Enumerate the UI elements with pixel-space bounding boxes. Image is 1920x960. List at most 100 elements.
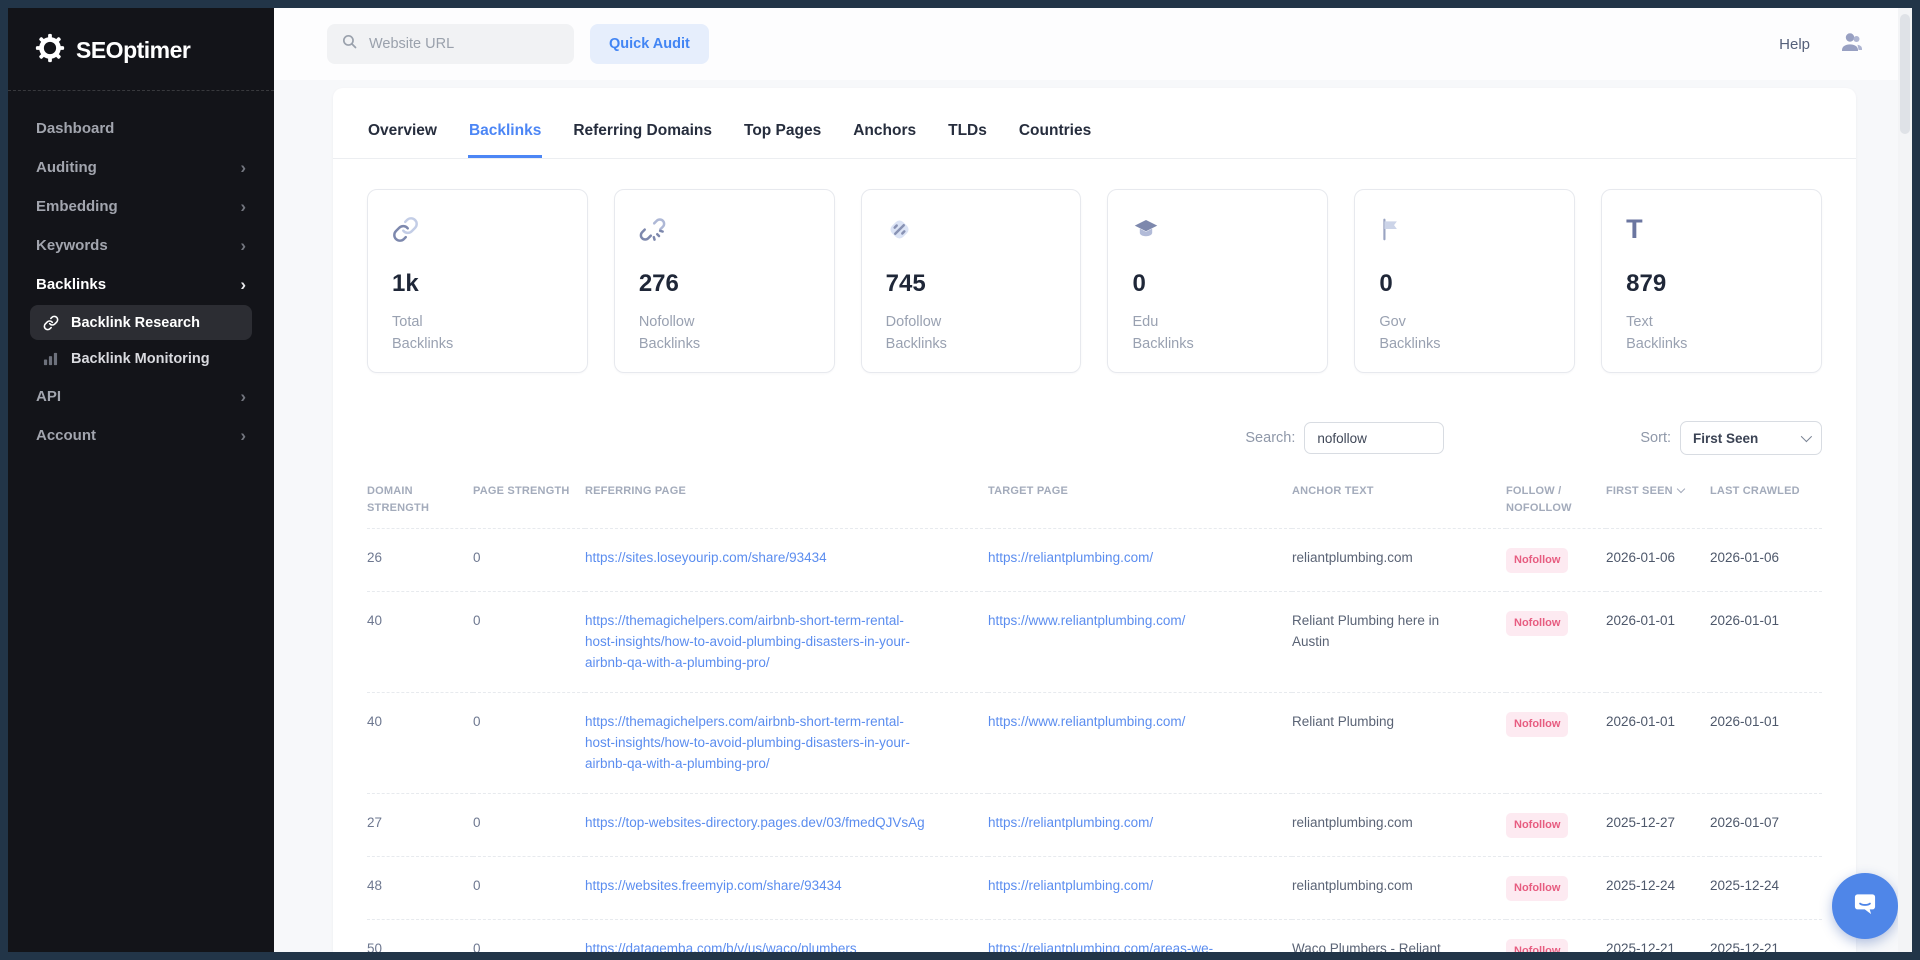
domain-strength-cell: 40 [367,592,473,693]
sidebar-item-keywords[interactable]: Keywords [30,226,252,265]
anchor-text-cell: reliantplumbing.com [1292,856,1506,919]
target-page-link[interactable]: https://www.reliantplumbing.com/ [988,714,1185,729]
website-url-input[interactable]: Website URL [327,24,574,64]
header-referring-page: REFERRING PAGE [585,483,988,529]
referring-page-cell: https://websites.freemyip.com/share/9343… [585,856,988,919]
tab-top-pages[interactable]: Top Pages [743,112,822,158]
anchor-text-cell: reliantplumbing.com [1292,793,1506,856]
stat-value: 0 [1379,270,1550,298]
scrollbar[interactable] [1898,8,1912,952]
referring-page-link[interactable]: https://websites.freemyip.com/share/9343… [585,878,842,893]
table-controls: Search: nofollow Sort: First Seen [367,421,1822,455]
chevron-right-icon [240,159,246,176]
last-crawled-cell: 2025-12-21 [1710,919,1822,952]
broken-link-icon [639,216,810,246]
target-page-cell: https://www.reliantplumbing.com/ [988,692,1292,793]
header-first-seen[interactable]: FIRST SEEN [1606,483,1710,529]
chat-button[interactable] [1832,873,1898,939]
target-page-cell: https://reliantplumbing.com/ [988,529,1292,592]
logo[interactable]: SEOptimer [8,30,274,70]
stat-value: 745 [886,270,1057,298]
stat-label: Total Backlinks [392,311,563,356]
table-search-input[interactable]: nofollow [1304,422,1444,454]
stat-value: 276 [639,270,810,298]
anchor-text-cell: Waco Plumbers - Reliant Plumbing [1292,919,1506,952]
first-seen-cell: 2025-12-27 [1606,793,1710,856]
target-page-link[interactable]: https://reliantplumbing.com/ [988,815,1153,830]
stat-edu-backlinks: 0 Edu Backlinks [1107,189,1328,373]
target-page-cell: https://reliantplumbing.com/ [988,793,1292,856]
anchor-text-cell: reliantplumbing.com [1292,529,1506,592]
header-last-crawled: LAST CRAWLED [1710,483,1822,529]
first-seen-cell: 2025-12-21 [1606,919,1710,952]
referring-page-link[interactable]: https://sites.loseyourip.com/share/93434 [585,550,827,565]
chat-bubble-icon [1850,889,1880,924]
nofollow-badge: Nofollow [1506,548,1568,573]
sidebar-item-dashboard[interactable]: Dashboard [30,109,252,148]
main-area: Website URL Quick Audit Help Overview Ba… [274,8,1912,952]
sidebar-item-backlink-monitoring[interactable]: Backlink Monitoring [30,341,252,376]
page-strength-cell: 0 [473,529,585,592]
quick-audit-button[interactable]: Quick Audit [590,24,709,64]
sort-select[interactable]: First Seen [1680,421,1822,455]
table-row: 40 0 https://themagichelpers.com/airbnb-… [367,692,1822,793]
domain-strength-cell: 26 [367,529,473,592]
target-page-link[interactable]: https://www.reliantplumbing.com/ [988,613,1185,628]
tab-overview[interactable]: Overview [367,112,438,158]
table-row: 27 0 https://top-websites-directory.page… [367,793,1822,856]
header-target-page: TARGET PAGE [988,483,1292,529]
last-crawled-cell: 2025-12-24 [1710,856,1822,919]
sidebar-item-auditing[interactable]: Auditing [30,148,252,187]
app-window: SEOptimer Dashboard Auditing Embedding K… [8,8,1912,952]
sort-group: Sort: First Seen [1640,421,1822,455]
user-avatar-icon[interactable] [1838,30,1864,59]
text-icon: T [1626,216,1797,246]
stat-label: Dofollow Backlinks [886,311,1057,356]
stat-value: 1k [392,270,563,298]
chevron-down-icon [1801,431,1812,442]
search-label: Search: [1245,430,1295,446]
target-page-link[interactable]: https://reliantplumbing.com/ [988,550,1153,565]
tab-tlds[interactable]: TLDs [947,112,988,158]
tab-anchors[interactable]: Anchors [852,112,917,158]
referring-page-cell: https://datagemba.com/b/v/us/waco/plumbe… [585,919,988,952]
nofollow-badge: Nofollow [1506,876,1568,901]
last-crawled-cell: 2026-01-06 [1710,529,1822,592]
header-page-strength: PAGE STRENGTH [473,483,585,529]
tab-countries[interactable]: Countries [1018,112,1092,158]
last-crawled-cell: 2026-01-01 [1710,592,1822,693]
sidebar-nav: Dashboard Auditing Embedding Keywords Ba… [8,105,274,459]
referring-page-link[interactable]: https://themagichelpers.com/airbnb-short… [585,613,910,670]
link-icon [42,314,59,331]
tab-referring-domains[interactable]: Referring Domains [572,112,713,158]
page-strength-cell: 0 [473,793,585,856]
referring-page-cell: https://themagichelpers.com/airbnb-short… [585,692,988,793]
sidebar-item-account[interactable]: Account [30,416,252,455]
sidebar-item-api[interactable]: API [30,377,252,416]
target-page-link[interactable]: https://reliantplumbing.com/areas-we-ser… [988,941,1213,952]
help-link[interactable]: Help [1779,36,1810,53]
chevron-right-icon [240,198,246,215]
stat-label: Edu Backlinks [1132,311,1303,356]
first-seen-cell: 2026-01-01 [1606,692,1710,793]
search-icon [341,33,358,55]
referring-page-link[interactable]: https://themagichelpers.com/airbnb-short… [585,714,910,771]
stat-label: Gov Backlinks [1379,311,1550,356]
domain-strength-cell: 48 [367,856,473,919]
target-page-cell: https://reliantplumbing.com/ [988,856,1292,919]
nofollow-badge: Nofollow [1506,813,1568,838]
referring-page-link[interactable]: https://datagemba.com/b/v/us/waco/plumbe… [585,941,857,952]
sidebar-item-embedding[interactable]: Embedding [30,187,252,226]
stat-dofollow-backlinks: 745 Dofollow Backlinks [861,189,1082,373]
sidebar-item-backlinks[interactable]: Backlinks [30,265,252,304]
sidebar-item-backlink-research[interactable]: Backlink Research [30,305,252,340]
scrollbar-thumb[interactable] [1900,14,1910,134]
chevron-right-icon [240,427,246,444]
domain-strength-cell: 27 [367,793,473,856]
tab-backlinks[interactable]: Backlinks [468,112,542,158]
target-page-link[interactable]: https://reliantplumbing.com/ [988,878,1153,893]
referring-page-cell: https://top-websites-directory.pages.dev… [585,793,988,856]
screenshot-frame: SEOptimer Dashboard Auditing Embedding K… [0,0,1920,960]
referring-page-cell: https://sites.loseyourip.com/share/93434 [585,529,988,592]
referring-page-link[interactable]: https://top-websites-directory.pages.dev… [585,815,925,830]
